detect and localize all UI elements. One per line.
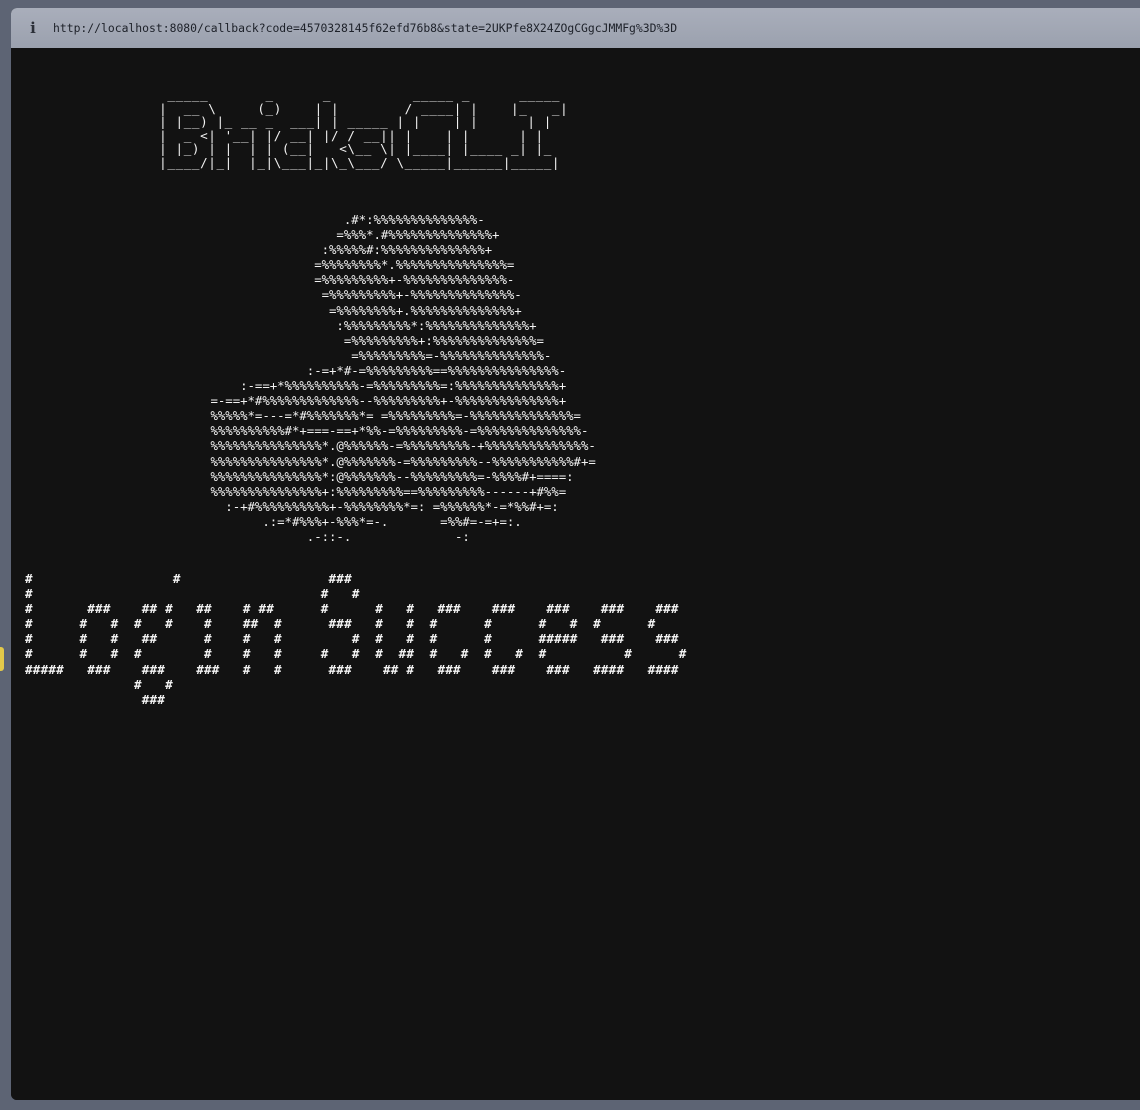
login-success-banner: # # ### # # # # ### ## # ## # ## # # # #… — [25, 571, 687, 707]
address-bar[interactable]: i http://localhost:8080/callback?code=45… — [11, 8, 1140, 49]
page-content: _____ _ _ _____ _ _____ | __ \ (_) | | /… — [11, 48, 1140, 1100]
side-handle — [0, 647, 4, 671]
bricks-cli-logo: _____ _ _ _____ _ _____ | __ \ (_) | | /… — [159, 87, 569, 170]
browser-window: i http://localhost:8080/callback?code=45… — [11, 8, 1140, 1100]
hat-ascii-art: .#*:%%%%%%%%%%%%%%- =%%%*.#%%%%%%%%%%%%%… — [210, 212, 596, 544]
url-text[interactable]: http://localhost:8080/callback?code=4570… — [53, 21, 677, 35]
info-icon[interactable]: i — [25, 19, 41, 37]
